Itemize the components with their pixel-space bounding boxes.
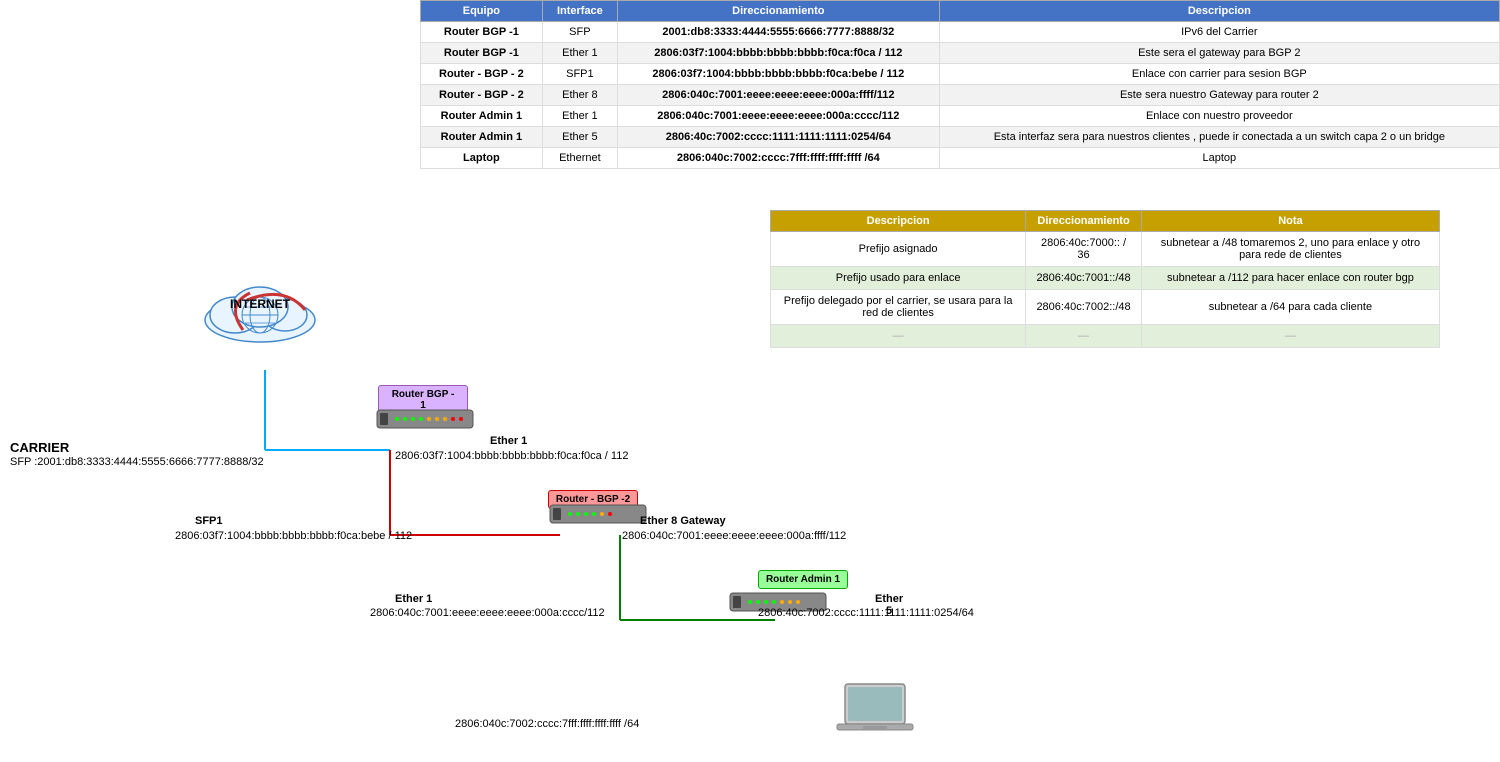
main-table-cell-3-0: Router - BGP - 2 [421,85,543,106]
sec-table-cell-3-2: — [1141,325,1439,348]
main-table-cell-2-1: SFP1 [542,64,617,85]
secondary-table: Descripcion Direccionamiento Nota Prefij… [770,210,1440,348]
ether8-label: Ether 8 Gateway [640,515,726,527]
main-table-cell-4-0: Router Admin 1 [421,106,543,127]
sec-col-header-direccionamiento: Direccionamiento [1026,211,1142,232]
col-header-descripcion: Descripcion [939,1,1499,22]
main-table-cell-2-3: Enlace con carrier para sesion BGP [939,64,1499,85]
sec-table-cell-3-1: — [1026,325,1142,348]
sec-table-cell-2-1: 2806:40c:7002::/48 [1026,290,1142,325]
main-table-cell-0-1: SFP [542,22,617,43]
ether8-addr: 2806:040c:7001:eeee:eeee:eeee:000a:ffff/… [622,530,846,542]
main-table-cell-4-1: Ether 1 [542,106,617,127]
laptop-addr-label: 2806:040c:7002:cccc:7fff:ffff:ffff:ffff … [455,718,639,730]
sec-table-cell-2-2: subnetear a /64 para cada cliente [1141,290,1439,325]
main-table-cell-1-2: 2806:03f7:1004:bbbb:bbbb:bbbb:f0ca:f0ca … [617,43,939,64]
main-table-cell-6-3: Laptop [939,148,1499,169]
main-table-cell-2-0: Router - BGP - 2 [421,64,543,85]
main-table-cell-4-2: 2806:040c:7001:eeee:eeee:eeee:000a:cccc/… [617,106,939,127]
sec-table-cell-3-0: — [771,325,1026,348]
main-table-cell-3-2: 2806:040c:7001:eeee:eeee:eeee:000a:ffff/… [617,85,939,106]
sec-col-header-descripcion: Descripcion [771,211,1026,232]
router-bgp2-icon [548,500,648,533]
sec-table-cell-1-2: subnetear a /112 para hacer enlace con r… [1141,267,1439,290]
main-table-cell-1-1: Ether 1 [542,43,617,64]
col-header-direccionamiento: Direccionamiento [617,1,939,22]
ether1-addr: 2806:03f7:1004:bbbb:bbbb:bbbb:f0ca:f0ca … [395,450,628,462]
sec-table-cell-2-0: Prefijo delegado por el carrier, se usar… [771,290,1026,325]
sec-table-cell-0-1: 2806:40c:7000:: / 36 [1026,232,1142,267]
main-table-cell-3-1: Ether 8 [542,85,617,106]
sec-col-header-nota: Nota [1141,211,1439,232]
ether5-addr: 2806:40c:7002:cccc:1111:1111:1111:0254/6… [758,607,974,619]
internet-cloud: INTERNET [195,275,325,365]
router-admin1-label: Router Admin 1 [766,574,840,585]
diagram-area: INTERNET CARRIER SFP :2001:db8:3333:4444… [0,140,780,620]
carrier-label: CARRIER [10,440,69,455]
router-admin1-box: Router Admin 1 [758,570,848,589]
internet-label: INTERNET [195,297,325,311]
carrier-sfp-text: SFP :2001:db8:3333:4444:5555:6666:7777:8… [10,456,264,468]
sfp1-label: SFP1 [195,515,223,527]
main-table-cell-1-0: Router BGP -1 [421,43,543,64]
main-table-cell-1-3: Este sera el gateway para BGP 2 [939,43,1499,64]
main-table-cell-5-3: Esta interfaz sera para nuestros cliente… [939,127,1499,148]
laptop-icon [835,682,915,745]
router-bgp1-icon [375,405,475,438]
main-table-cell-2-2: 2806:03f7:1004:bbbb:bbbb:bbbb:f0ca:bebe … [617,64,939,85]
main-table-cell-4-3: Enlace con nuestro proveedor [939,106,1499,127]
ether1-label: Ether 1 [490,435,527,447]
main-table-cell-3-3: Este sera nuestro Gateway para router 2 [939,85,1499,106]
main-table-cell-0-2: 2001:db8:3333:4444:5555:6666:7777:8888/3… [617,22,939,43]
sfp1-addr: 2806:03f7:1004:bbbb:bbbb:bbbb:f0ca:bebe … [175,530,412,542]
sec-table-cell-0-0: Prefijo asignado [771,232,1026,267]
col-header-interface: Interface [542,1,617,22]
diagram-lines [0,140,780,762]
main-table-cell-0-3: IPv6 del Carrier [939,22,1499,43]
col-header-equipo: Equipo [421,1,543,22]
sec-table-cell-1-0: Prefijo usado para enlace [771,267,1026,290]
ether1-admin-addr: 2806:040c:7001:eeee:eeee:eeee:000a:cccc/… [370,607,605,619]
ether1-admin-label: Ether 1 [395,593,432,605]
sec-table-cell-1-1: 2806:40c:7001::/48 [1026,267,1142,290]
main-table-cell-0-0: Router BGP -1 [421,22,543,43]
sec-table-cell-0-2: subnetear a /48 tomaremos 2, uno para en… [1141,232,1439,267]
